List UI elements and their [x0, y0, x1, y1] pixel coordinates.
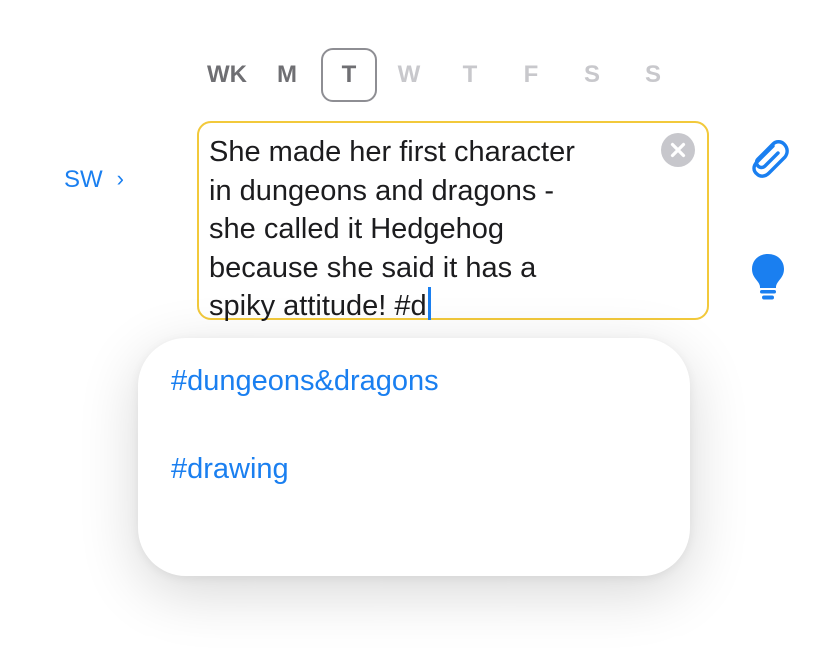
entry-text-content: She made her first character in dungeons…: [209, 136, 575, 322]
attach-button[interactable]: [744, 134, 792, 182]
entry-text-field[interactable]: She made her first character in dungeons…: [197, 121, 709, 322]
lightbulb-icon: [752, 254, 784, 300]
sw-label: SW: [64, 166, 103, 193]
entry-text[interactable]: She made her first character in dungeons…: [209, 133, 649, 326]
sw-link[interactable]: SW ›: [64, 166, 124, 194]
day-tuesday-selected[interactable]: T: [321, 48, 377, 102]
day-sunday[interactable]: S: [625, 48, 681, 102]
suggestion-item[interactable]: #drawing: [171, 453, 289, 486]
clear-button[interactable]: [661, 133, 695, 167]
text-caret: [427, 287, 431, 320]
clear-icon: [670, 142, 686, 158]
day-monday[interactable]: M: [259, 48, 315, 102]
day-wk[interactable]: WK: [199, 48, 255, 102]
hashtag-suggestions-popover: #dungeons&dragons #drawing: [138, 338, 690, 576]
hint-button[interactable]: [748, 252, 788, 302]
suggestion-item[interactable]: #dungeons&dragons: [171, 365, 439, 398]
paperclip-icon: [752, 140, 789, 178]
day-friday[interactable]: F: [503, 48, 559, 102]
entry-screen: WK M T W T F S S SW › She made her first…: [0, 0, 828, 669]
day-wednesday[interactable]: W: [381, 48, 437, 102]
day-thursday[interactable]: T: [442, 48, 498, 102]
day-saturday[interactable]: S: [564, 48, 620, 102]
chevron-right-icon: ›: [116, 166, 124, 191]
